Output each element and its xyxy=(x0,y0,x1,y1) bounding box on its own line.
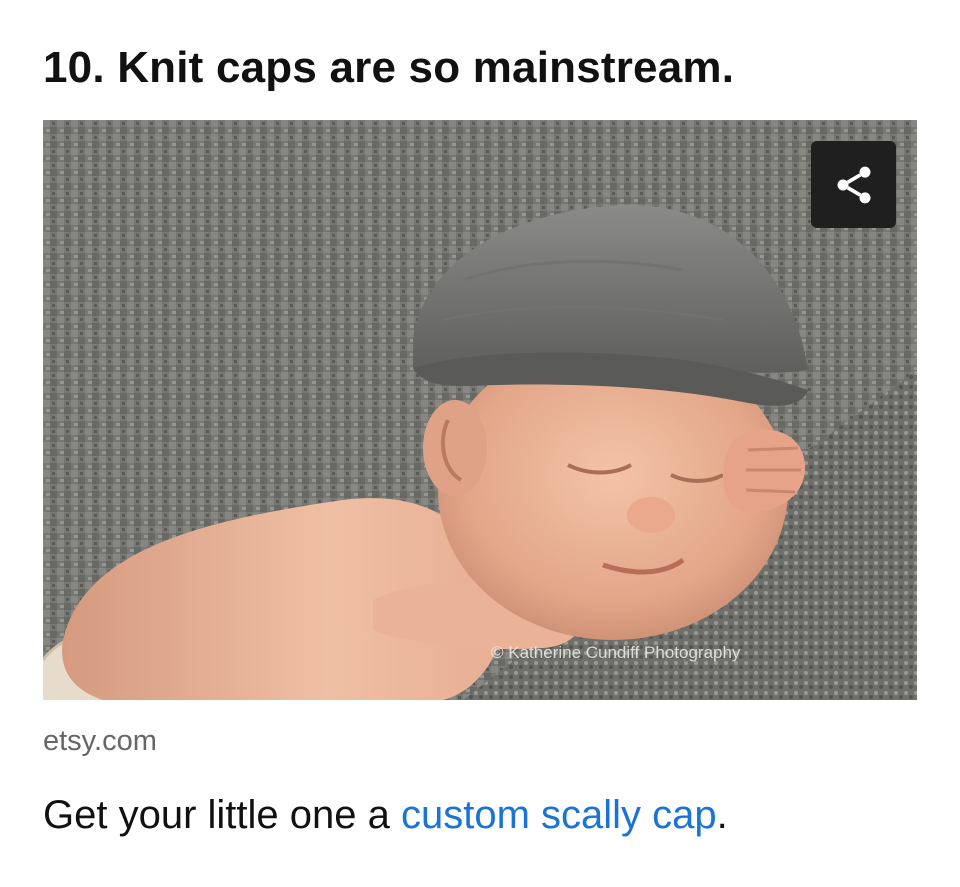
baby-photo-illustration: © Katherine Cundiff Photography xyxy=(43,120,917,700)
caption-prefix: Get your little one a xyxy=(43,793,401,837)
custom-scally-cap-link[interactable]: custom scally cap xyxy=(401,793,717,837)
share-icon xyxy=(837,166,870,203)
photo-watermark: © Katherine Cundiff Photography xyxy=(491,643,741,662)
article-caption: Get your little one a custom scally cap. xyxy=(43,790,728,840)
baby-photo: © Katherine Cundiff Photography xyxy=(43,120,917,700)
caption-suffix: . xyxy=(716,793,728,837)
article-heading: 10. Knit caps are so mainstream. xyxy=(43,43,735,92)
share-button[interactable] xyxy=(811,141,896,228)
image-source: etsy.com xyxy=(43,725,157,757)
